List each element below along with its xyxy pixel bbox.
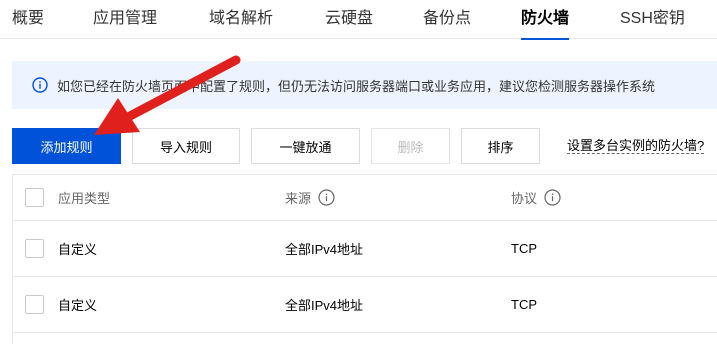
table-row: 自定义 全部IPv4地址 TCP (13, 277, 717, 333)
add-rule-button[interactable]: 添加规则 (12, 128, 121, 164)
cell-source: 全部IPv4地址 (285, 298, 364, 313)
multi-instance-firewall-link[interactable]: 设置多台实例的防火墙? (567, 138, 705, 154)
cell-app-type: 自定义 (58, 242, 98, 257)
info-icon[interactable] (318, 189, 335, 206)
notice-text: 如您已经在防火墙页面中配置了规则，但仍无法访问服务器端口或业务应用，建议您检测服… (57, 78, 656, 94)
column-header-label: 协议 (511, 191, 538, 206)
tab-bar: 概要 应用管理 域名解析 云硬盘 备份点 防火墙 SSH密钥 (0, 0, 717, 40)
cell-protocol: TCP (511, 241, 537, 256)
info-icon[interactable] (544, 189, 561, 206)
column-header-app-type: 应用类型 (58, 175, 110, 220)
tab-domain-resolution[interactable]: 域名解析 (209, 0, 273, 39)
row-checkbox[interactable] (25, 295, 44, 314)
tab-app-management[interactable]: 应用管理 (93, 0, 157, 39)
column-header-protocol: 协议 (511, 175, 561, 220)
tab-firewall[interactable]: 防火墙 (521, 0, 570, 40)
select-all-checkbox[interactable] (25, 188, 44, 207)
column-header-label: 应用类型 (58, 191, 111, 206)
column-header-label: 来源 (285, 191, 312, 206)
tab-backup-points[interactable]: 备份点 (423, 0, 471, 39)
cell-protocol: TCP (511, 297, 537, 312)
tab-ssh-keys[interactable]: SSH密钥 (620, 0, 685, 39)
row-checkbox[interactable] (25, 239, 44, 258)
table-row: 自定义 全部IPv4地址 TCP (13, 221, 717, 277)
import-rules-button[interactable]: 导入规则 (132, 128, 240, 164)
firewall-notice-banner: 如您已经在防火墙页面中配置了规则，但仍无法访问服务器端口或业务应用，建议您检测服… (12, 61, 717, 109)
tab-overview[interactable]: 概要 (12, 0, 44, 39)
info-icon (32, 77, 48, 93)
cell-app-type: 自定义 (58, 298, 98, 313)
delete-button[interactable]: 删除 (371, 128, 450, 164)
one-click-allow-button[interactable]: 一键放通 (251, 128, 360, 164)
table-header-row: 应用类型 来源 协议 (13, 175, 717, 221)
cell-source: 全部IPv4地址 (285, 242, 364, 257)
tab-cloud-disk[interactable]: 云硬盘 (325, 0, 373, 39)
sort-button[interactable]: 排序 (461, 128, 540, 164)
firewall-rules-table: 应用类型 来源 协议 自定义 全部IPv4地址 TCP 自定义 全部IPv4地址… (12, 174, 717, 344)
column-header-source: 来源 (285, 175, 335, 220)
